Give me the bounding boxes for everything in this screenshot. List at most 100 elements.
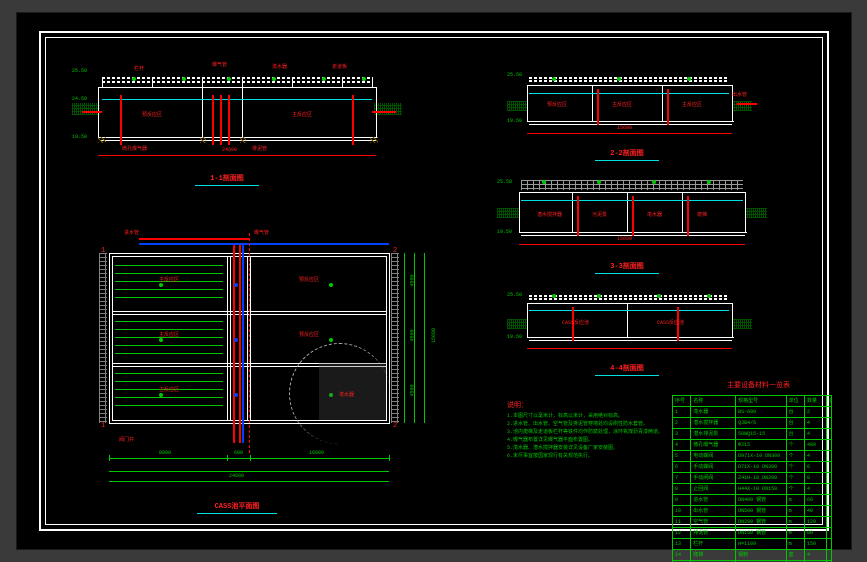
note-item: 1.本图尺寸以毫米计，标高以米计，采用绝对标高。 <box>507 412 667 420</box>
table-cell: 台 <box>787 429 805 439</box>
equipment-table: 序号 名称 规格型号 单位 数量 备注 1滗水器BS-600台22潜水搅拌器QJ… <box>672 395 832 562</box>
table-cell: DN150 钢管 <box>736 528 787 538</box>
table-cell <box>827 517 831 527</box>
drawing-notes: 说明： 1.本图尺寸以毫米计，标高以米计，采用绝对标高。 2.进水管、出水管、空… <box>507 403 667 460</box>
table-row: 10出水管DN500 钢管m40 <box>673 506 831 517</box>
table-cell: QJB4/6 <box>736 418 787 428</box>
table-cell: 7 <box>673 473 691 483</box>
section-2-caption: 2-2剖面图 <box>587 148 667 158</box>
table-cell: 6 <box>805 462 827 472</box>
table-row: 13栏杆H=1100m150 <box>673 539 831 550</box>
table-cell: 1 <box>673 407 691 417</box>
table-cell: 5 <box>673 451 691 461</box>
table-row: 1滗水器BS-600台2 <box>673 407 831 418</box>
table-cell: H=1100 <box>736 539 787 549</box>
table-cell: H44X-10 DN150 <box>736 484 787 494</box>
table-cell: 排泥管 <box>691 528 736 538</box>
table-cell: m <box>787 495 805 505</box>
elev-label: 25.50 <box>72 69 87 74</box>
table-cell <box>827 451 831 461</box>
table-cell: 电动蝶阀 <box>691 451 736 461</box>
dim: 24600 <box>222 148 237 153</box>
cad-viewer[interactable]: 25.50 24.50 19.50 栏杆 曝气管 滗水器 走道板 微孔曝气器 排… <box>0 0 867 562</box>
table-cell: 9 <box>673 495 691 505</box>
note-item: 6.未尽事宜按国家现行有关规范执行。 <box>507 452 667 460</box>
note-item: 3.池内爬梯及走道板栏杆等铁件均作防腐处理，涂环氧煤沥青漆两道。 <box>507 428 667 436</box>
table-cell: 40 <box>805 506 827 516</box>
table-cell <box>827 473 831 483</box>
elev-label: 19.50 <box>72 135 87 140</box>
table-cell: 个 <box>787 440 805 450</box>
label: 曝气管 <box>212 63 227 68</box>
table-cell: 栏杆 <box>691 539 736 549</box>
table-row: 11空气管DN200 钢管m120 <box>673 517 831 528</box>
note-item: 5.滗水器、潜水搅拌器安装详见设备厂家安装图。 <box>507 444 667 452</box>
table-cell: 10 <box>673 506 691 516</box>
table-cell <box>827 484 831 494</box>
table-cell <box>827 495 831 505</box>
elev-label: 24.50 <box>72 97 87 102</box>
table-cell: 8 <box>673 484 691 494</box>
table-cell: 4 <box>805 484 827 494</box>
table-cell: 个 <box>787 451 805 461</box>
table-cell: 80 <box>805 528 827 538</box>
table-cell: 60 <box>805 495 827 505</box>
table-cell: 台 <box>787 407 805 417</box>
table-cell <box>827 429 831 439</box>
table-cell: 2 <box>673 418 691 428</box>
table-cell: 4 <box>805 451 827 461</box>
table-cell: m <box>787 506 805 516</box>
table-cell: BS-600 <box>736 407 787 417</box>
plan-view: 主反应区 主反应区 主反应区 预反应区 预反应区 滗水器 进水管 曝气管 阀门井… <box>79 223 459 513</box>
table-row: 3潜水排泥泵50WQ15-15台4 <box>673 429 831 440</box>
note-item: 2.进水管、出水管、空气管及排泥管穿墙处均设刚性防水套管。 <box>507 420 667 428</box>
section-4-caption: 4-4剖面图 <box>587 363 667 373</box>
table-cell: 12 <box>673 528 691 538</box>
drawing-sheet: 25.50 24.50 19.50 栏杆 曝气管 滗水器 走道板 微孔曝气器 排… <box>16 12 852 550</box>
table-row: 14爬梯钢制套4 <box>673 550 831 561</box>
table-cell: 个 <box>787 473 805 483</box>
table-cell: 钢制 <box>736 550 787 560</box>
table-cell: Z41H-10 DN200 <box>736 473 787 483</box>
table-cell <box>827 539 831 549</box>
label: 走道板 <box>332 65 347 70</box>
table-cell: 微孔曝气器 <box>691 440 736 450</box>
table-cell: 套 <box>787 550 805 560</box>
section-3-caption: 3-3剖面图 <box>587 261 667 271</box>
table-cell: m <box>787 517 805 527</box>
table-cell: DN500 钢管 <box>736 506 787 516</box>
table-cell <box>827 418 831 428</box>
table-cell: DN400 钢管 <box>736 495 787 505</box>
table-cell: 手动蝶阀 <box>691 462 736 472</box>
table-cell: 150 <box>805 539 827 549</box>
table-cell: 4 <box>805 418 827 428</box>
section-1-caption: 1-1剖面图 <box>187 173 267 183</box>
table-cell <box>827 550 831 560</box>
table-cell: D971X-10 DN300 <box>736 451 787 461</box>
table-cell: 6 <box>673 462 691 472</box>
table-cell: 台 <box>787 418 805 428</box>
table-cell: 出水管 <box>691 506 736 516</box>
table-row: 8止回阀H44X-10 DN150个4 <box>673 484 831 495</box>
table-cell <box>827 440 831 450</box>
notes-heading: 说明： <box>507 403 667 410</box>
label: 滗水器 <box>272 65 287 70</box>
table-cell: 个 <box>787 484 805 494</box>
table-cell <box>827 407 831 417</box>
table-cell: 3 <box>673 429 691 439</box>
table-cell: 个 <box>787 462 805 472</box>
table-cell: 4 <box>805 550 827 560</box>
table-header-row: 序号 名称 规格型号 单位 数量 备注 <box>673 396 831 407</box>
table-cell: m <box>787 528 805 538</box>
table-cell: 手动闸阀 <box>691 473 736 483</box>
section-4-4: 25.50 19.50 CASS反应池 CASS反应池 <box>507 283 752 361</box>
label: 排泥管 <box>252 147 267 152</box>
table-cell <box>827 528 831 538</box>
table-cell: 480 <box>805 440 827 450</box>
plan-caption: CASS池平面图 <box>187 501 287 511</box>
table-cell: Φ215 <box>736 440 787 450</box>
table-cell: 50WQ15-15 <box>736 429 787 439</box>
section-3-3: 25.50 19.50 潜水搅拌器 污泥泵 滗水器 爬梯 15600 <box>497 168 767 258</box>
table-row: 7手动闸阀Z41H-10 DN200个8 <box>673 473 831 484</box>
table-row: 2潜水搅拌器QJB4/6台4 <box>673 418 831 429</box>
